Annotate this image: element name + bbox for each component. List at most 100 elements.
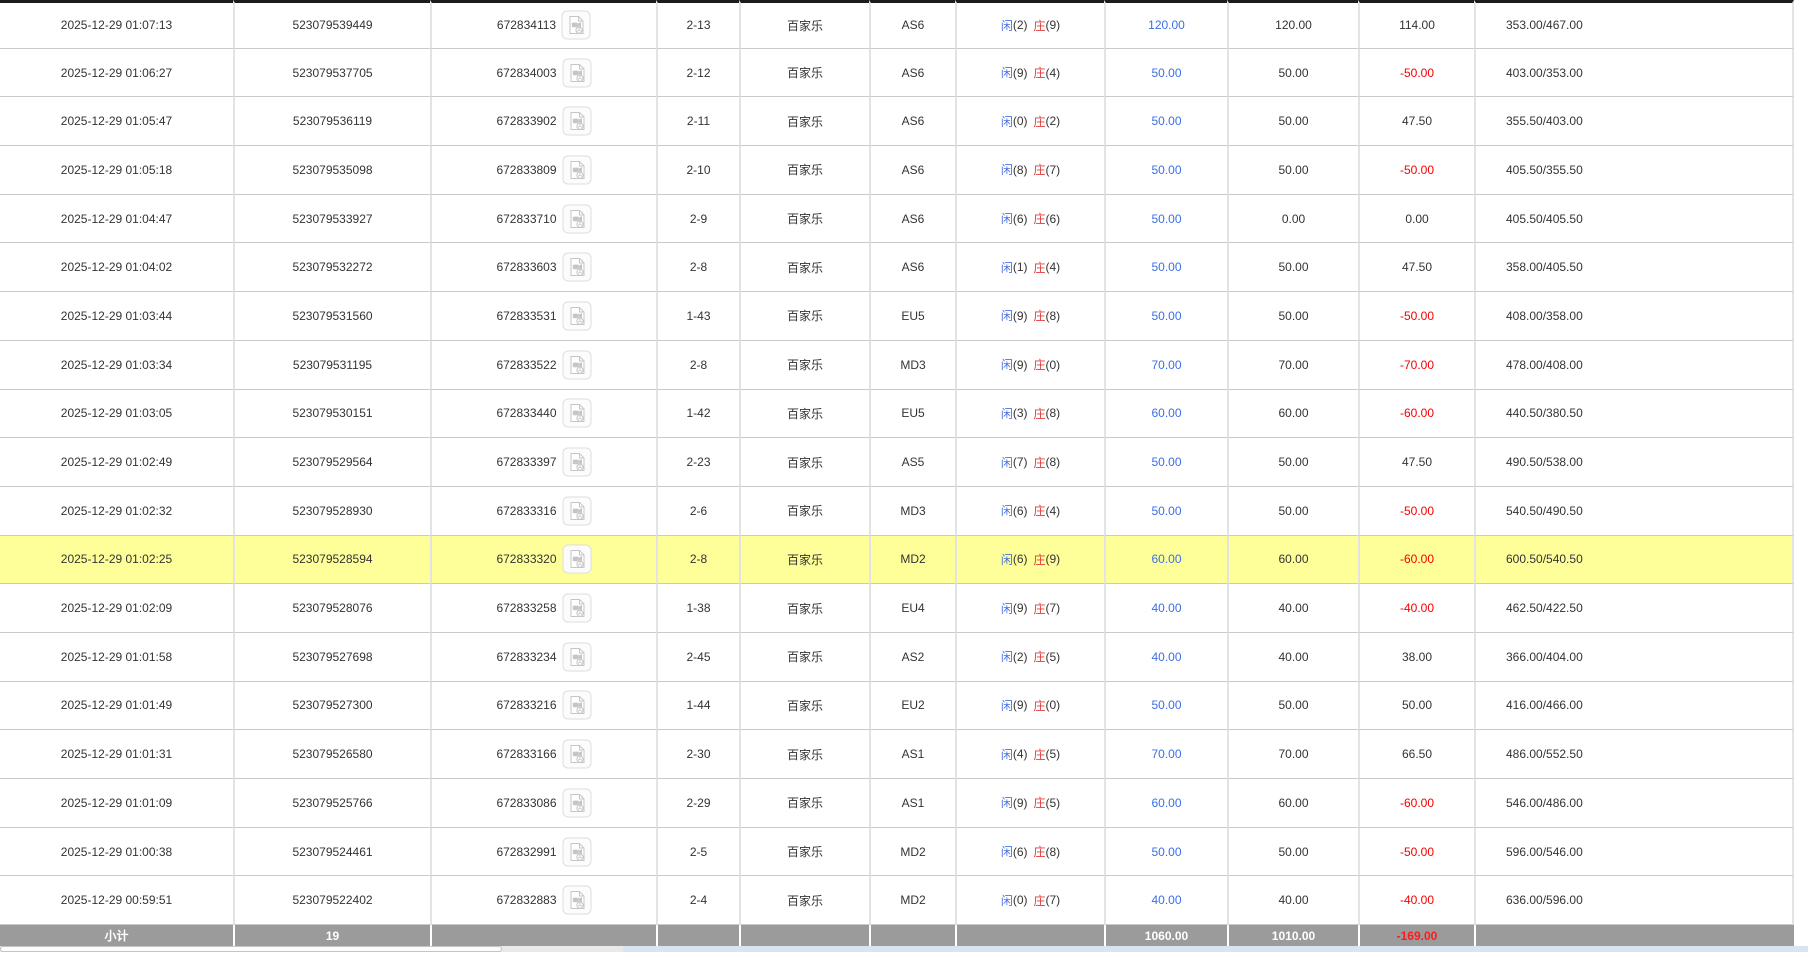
bet-amount: 50.00: [1151, 698, 1182, 713]
table-code: MD3: [900, 503, 926, 518]
banker-label: 庄: [1033, 406, 1046, 421]
video-replay-button[interactable]: [562, 885, 592, 915]
banker-score: (5): [1045, 649, 1061, 664]
bet-id: 523079535098: [292, 162, 373, 177]
bet-time: 2025-12-29 01:06:27: [60, 65, 173, 80]
player-label: 闲: [1000, 845, 1013, 860]
balance: 416.00/466.00: [1506, 698, 1583, 713]
scrollbar-thumb[interactable]: [0, 946, 502, 953]
bet-time: 2025-12-29 01:01:49: [60, 698, 173, 713]
video-replay-button[interactable]: [562, 544, 592, 574]
valid-amount: 50.00: [1278, 260, 1309, 275]
video-replay-button[interactable]: [561, 10, 591, 40]
video-replay-button[interactable]: [562, 739, 592, 769]
win-loss: -60.00: [1399, 795, 1435, 810]
player-score: (6): [1012, 211, 1028, 226]
win-loss: -50.00: [1399, 162, 1435, 177]
table-code: AS6: [901, 18, 925, 33]
banker-label: 庄: [1033, 18, 1046, 33]
banker-label: 庄: [1033, 114, 1046, 129]
valid-amount: 120.00: [1275, 18, 1312, 33]
video-replay-button[interactable]: [562, 155, 592, 185]
video-file-icon: [562, 58, 592, 88]
player-score: (9): [1012, 601, 1028, 616]
subtotal-label: 小计: [0, 925, 233, 947]
bet-id: 523079530151: [292, 406, 373, 421]
bet-id: 523079532272: [292, 260, 373, 275]
banker-label: 庄: [1033, 309, 1046, 324]
video-file-icon: [562, 252, 592, 282]
banker-label: 庄: [1033, 455, 1046, 470]
round-number: 2-8: [689, 357, 708, 372]
video-replay-button[interactable]: [562, 106, 592, 136]
balance: 462.50/422.50: [1506, 601, 1583, 616]
bet-time: 2025-12-29 01:02:25: [60, 552, 173, 567]
win-loss: -50.00: [1399, 503, 1435, 518]
scrollbar-segment: [502, 946, 623, 953]
bet-time: 2025-12-29 01:02:49: [60, 455, 173, 470]
player-label: 闲: [1000, 552, 1013, 567]
subtotal-valid-total: 1010.00: [1227, 925, 1358, 947]
bet-amount: 50.00: [1151, 211, 1182, 226]
game-type: 百家乐: [786, 309, 823, 324]
bet-id: 523079526580: [292, 747, 373, 762]
banker-label: 庄: [1033, 698, 1046, 713]
bet-amount: 40.00: [1151, 893, 1182, 908]
valid-amount: 40.00: [1278, 601, 1309, 616]
video-replay-button[interactable]: [562, 398, 592, 428]
table-code: EU4: [901, 601, 925, 616]
banker-score: (8): [1045, 455, 1061, 470]
video-replay-button[interactable]: [562, 788, 592, 818]
video-replay-button[interactable]: [562, 204, 592, 234]
table-code: AS1: [901, 747, 925, 762]
bet-amount: 60.00: [1151, 406, 1182, 421]
video-replay-button[interactable]: [562, 837, 592, 867]
banker-label: 庄: [1033, 601, 1046, 616]
video-replay-button[interactable]: [562, 447, 592, 477]
balance: 636.00/596.00: [1506, 893, 1583, 908]
win-loss: 66.50: [1401, 747, 1433, 762]
game-type: 百家乐: [786, 601, 823, 616]
video-replay-button[interactable]: [562, 642, 592, 672]
video-file-icon: [562, 837, 592, 867]
video-replay-button[interactable]: [562, 350, 592, 380]
bet-time: 2025-12-29 01:02:09: [60, 601, 173, 616]
video-number: 672833216: [496, 698, 557, 713]
player-label: 闲: [1000, 650, 1013, 665]
bet-amount: 50.00: [1151, 844, 1182, 859]
subtotal-count: 19: [233, 925, 430, 947]
video-replay-button[interactable]: [562, 252, 592, 282]
valid-amount: 50.00: [1278, 114, 1309, 129]
video-replay-button[interactable]: [562, 301, 592, 331]
valid-amount: 40.00: [1278, 893, 1309, 908]
video-file-icon: [562, 690, 592, 720]
horizontal-scrollbar[interactable]: [0, 946, 1808, 953]
video-replay-button[interactable]: [562, 58, 592, 88]
banker-score: (0): [1045, 698, 1061, 713]
banker-score: (4): [1045, 65, 1061, 80]
table-code: AS6: [901, 114, 925, 129]
video-replay-button[interactable]: [562, 690, 592, 720]
video-number: 672833710: [496, 211, 557, 226]
player-label: 闲: [1000, 796, 1013, 811]
bet-id: 523079528594: [292, 552, 373, 567]
balance: 366.00/404.00: [1506, 649, 1583, 664]
player-label: 闲: [1000, 260, 1013, 275]
table-code: AS1: [901, 795, 925, 810]
bet-time: 2025-12-29 01:03:05: [60, 406, 173, 421]
bet-amount: 50.00: [1151, 260, 1182, 275]
video-replay-button[interactable]: [562, 496, 592, 526]
win-loss: -60.00: [1399, 552, 1435, 567]
game-type: 百家乐: [786, 650, 823, 665]
round-number: 2-30: [686, 747, 711, 762]
round-number: 2-45: [686, 649, 711, 664]
video-number: 672833086: [496, 795, 557, 810]
player-label: 闲: [1000, 455, 1013, 470]
player-score: (0): [1012, 114, 1028, 129]
banker-label: 庄: [1033, 845, 1046, 860]
video-replay-button[interactable]: [562, 593, 592, 623]
video-file-icon: [562, 642, 592, 672]
video-number: 672833234: [496, 649, 557, 664]
bet-time: 2025-12-29 01:01:58: [60, 649, 173, 664]
video-file-icon: [562, 593, 592, 623]
